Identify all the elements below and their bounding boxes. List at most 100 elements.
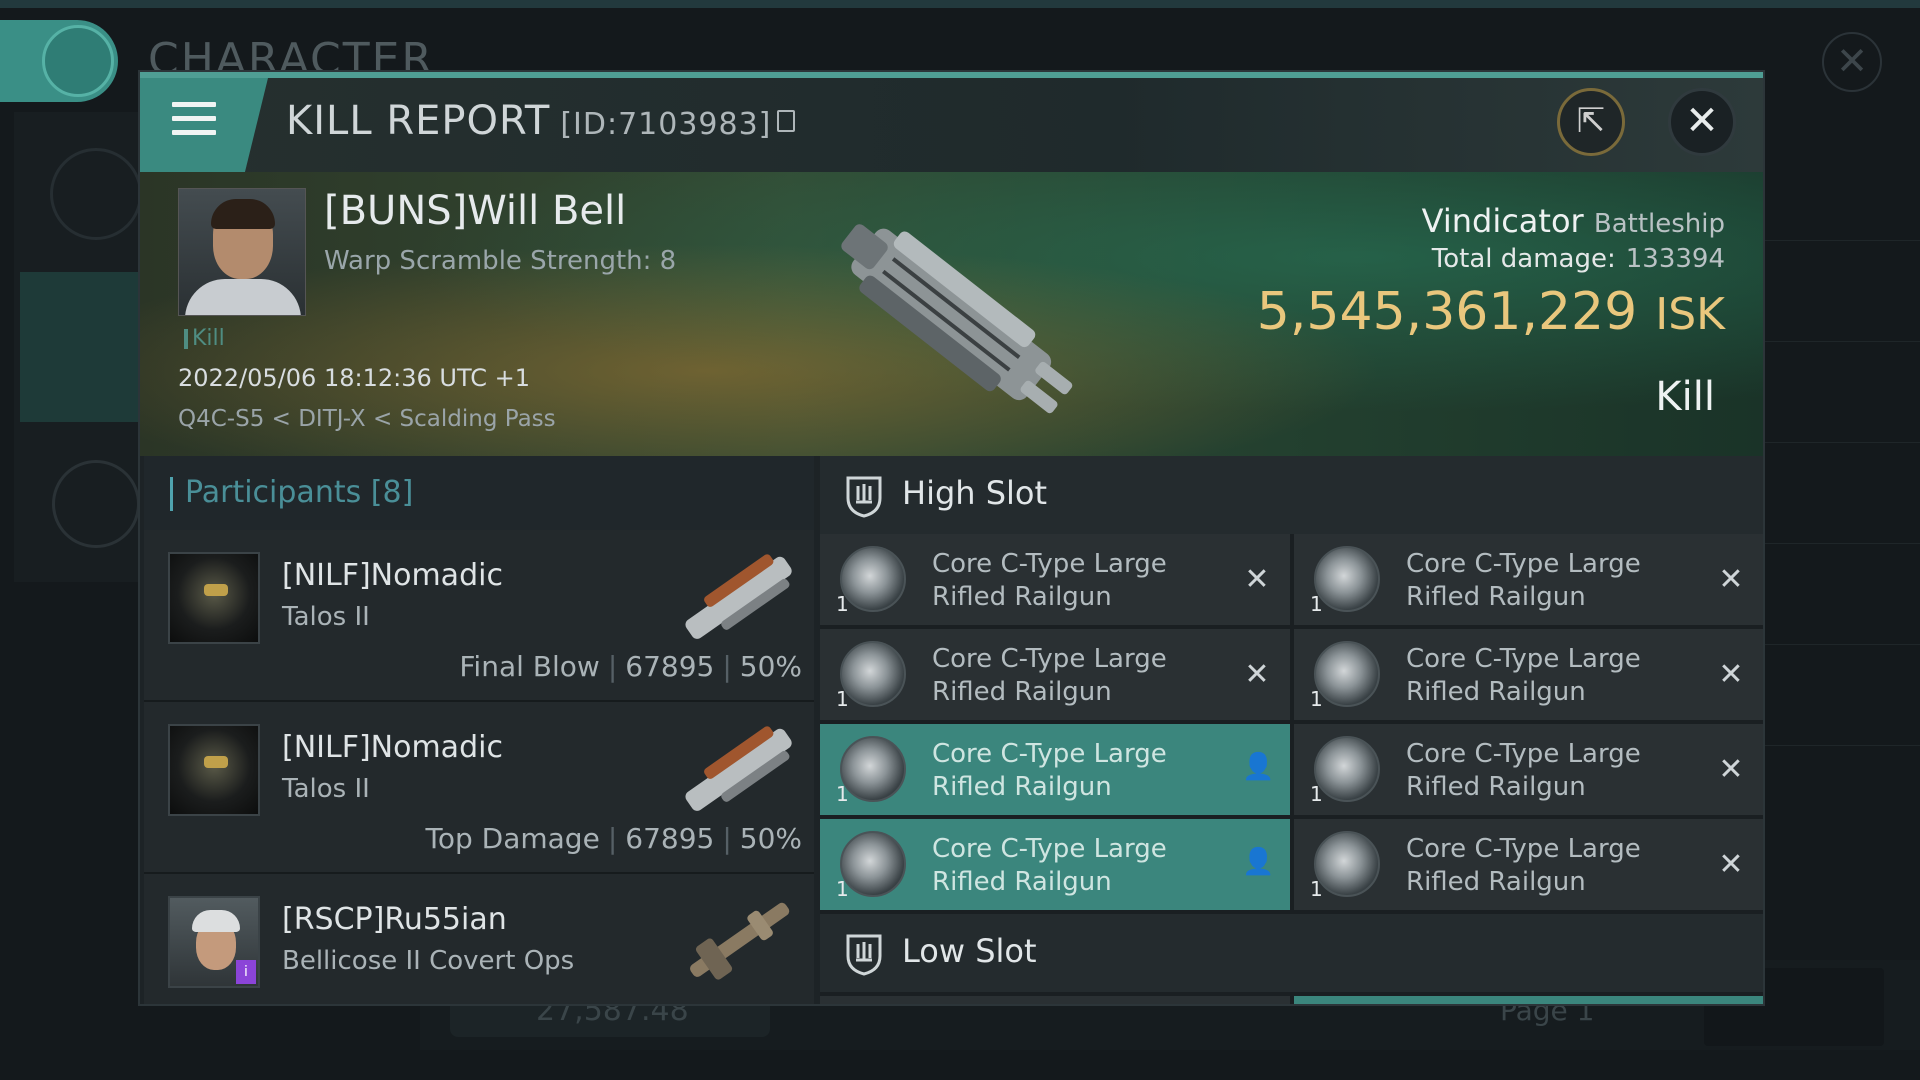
- module-item[interactable]: 1 Core C-Type Large Rifled Railgun ✕: [1294, 724, 1763, 815]
- module-quantity: 1: [1310, 782, 1323, 806]
- kill-date: 2022/05/06 18:12:36 UTC +1: [178, 364, 530, 392]
- module-item[interactable]: 1 Core C-Type Large Rifled Railgun ✕: [820, 534, 1290, 625]
- sidebar-menu-icon[interactable]: [50, 148, 142, 240]
- participant-role: Final Blow: [459, 650, 600, 683]
- close-button[interactable]: ✕: [1668, 88, 1736, 156]
- victim-subtitle: Warp Scramble Strength: 8: [324, 246, 677, 276]
- high-slot-grid: 1 Core C-Type Large Rifled Railgun ✕ 1 Co…: [820, 534, 1763, 910]
- participant-stats: Final Blow | 67895 | 50%: [459, 650, 802, 683]
- participants-panel: Participants [8] [NILF]Nomadic Talos II …: [144, 456, 814, 1004]
- module-name: Core C-Type Large Rifled Railgun: [1406, 739, 1641, 802]
- titlebar: KILL REPORT [ID:7103983] ⇱ ✕: [140, 72, 1763, 172]
- low-slot-title: Low Slot: [902, 932, 1037, 970]
- low-slot-icon: [846, 934, 882, 976]
- close-icon: ✕: [1685, 98, 1719, 144]
- participants-label: Participants: [185, 475, 362, 510]
- module-item[interactable]: 1 Core C-Type Large Rifled Railgun ✕: [1294, 534, 1763, 625]
- participant-ship: Talos II: [282, 602, 370, 632]
- hamburger-icon: [172, 102, 216, 142]
- destroyed-icon: ✕: [1244, 562, 1270, 597]
- module-quantity: 1: [836, 592, 849, 616]
- destroyed-icon: ✕: [1718, 847, 1744, 882]
- module-item[interactable]: [820, 996, 1290, 1004]
- module-quantity: 1: [836, 687, 849, 711]
- background-close-button[interactable]: ✕: [1822, 32, 1882, 92]
- railgun-icon: [840, 831, 906, 897]
- module-name: Core C-Type Large Rifled Railgun: [932, 834, 1167, 897]
- module-item[interactable]: 1 Core C-Type Large Rifled Railgun ✕: [1294, 629, 1763, 720]
- module-quantity: 1: [1310, 687, 1323, 711]
- ship-name: Vindicator: [1421, 202, 1584, 240]
- module-quantity: 1: [836, 782, 849, 806]
- participant-ship-icon[interactable]: [668, 542, 808, 652]
- participant-role: Top Damage: [425, 822, 600, 855]
- participant-avatar[interactable]: [168, 724, 260, 816]
- kill-location[interactable]: Q4C-S5 < DITJ-X < Scalding Pass: [178, 406, 556, 432]
- module-item[interactable]: 1 Core C-Type Large Rifled Railgun ✕: [820, 629, 1290, 720]
- module-quantity: 1: [836, 877, 849, 901]
- participant-percent: 50%: [739, 650, 802, 683]
- module-quantity: 1: [1310, 877, 1323, 901]
- isk-value: 5,545,361,229 ISK: [1257, 282, 1725, 342]
- dropped-person-icon: 👤: [1242, 752, 1275, 782]
- destroyed-icon: ✕: [1244, 657, 1270, 692]
- ship-class: Battleship: [1593, 209, 1725, 239]
- window-title-label: KILL REPORT: [286, 98, 551, 144]
- participant-ship-icon[interactable]: [668, 886, 808, 996]
- module-name: Core C-Type Large Rifled Railgun: [1406, 644, 1641, 707]
- external-link-icon: ⇱: [1576, 101, 1606, 141]
- module-name: Core C-Type Large Rifled Railgun: [932, 644, 1167, 707]
- railgun-icon: [840, 736, 906, 802]
- info-badge-icon: i: [236, 960, 256, 984]
- module-name: Core C-Type Large Rifled Railgun: [932, 549, 1167, 612]
- participant-row[interactable]: i [RSCP]Ru55ian Bellicose II Covert Ops: [144, 874, 814, 1004]
- destroyed-icon: ✕: [1718, 657, 1744, 692]
- participant-damage: 67895: [625, 822, 715, 855]
- railgun-icon: [840, 546, 906, 612]
- destroyed-icon: ✕: [1718, 562, 1744, 597]
- window-menu-button[interactable]: [140, 78, 268, 172]
- victim-ship-image[interactable]: [800, 186, 1100, 446]
- victim-name[interactable]: [BUNS]Will Bell: [324, 188, 626, 234]
- high-slot-title: High Slot: [902, 474, 1048, 512]
- isk-amount: 5,545,361,229: [1256, 282, 1638, 342]
- participant-name: [RSCP]Ru55ian: [282, 902, 507, 937]
- participant-percent: 50%: [739, 822, 802, 855]
- participant-row[interactable]: [NILF]Nomadic Talos II Top Damage | 67895 |…: [144, 702, 814, 874]
- module-item[interactable]: 1 Core C-Type Large Rifled Railgun 👤: [820, 724, 1290, 815]
- kill-tag: Kill: [184, 326, 225, 351]
- railgun-icon: [840, 641, 906, 707]
- share-button[interactable]: ⇱: [1557, 88, 1625, 156]
- railgun-icon: [1314, 546, 1380, 612]
- top-bar: [0, 0, 1920, 8]
- module-name: Core C-Type Large Rifled Railgun: [932, 739, 1167, 802]
- module-item[interactable]: 1 Core C-Type Large Rifled Railgun ✕: [1294, 819, 1763, 910]
- window-title: KILL REPORT [ID:7103983]: [286, 98, 796, 144]
- low-slot-header: Low Slot: [820, 914, 1763, 992]
- participant-row[interactable]: [NILF]Nomadic Talos II Final Blow | 67895 |…: [144, 530, 814, 702]
- destroyed-icon: ✕: [1718, 752, 1744, 787]
- victim-ship[interactable]: Vindicator Battleship: [1422, 202, 1725, 240]
- copy-icon[interactable]: [777, 110, 796, 132]
- module-name: Core C-Type Large Rifled Railgun: [1406, 549, 1641, 612]
- participant-avatar[interactable]: i: [168, 896, 260, 988]
- module-quantity: 1: [1310, 592, 1323, 616]
- participant-damage: 67895: [625, 650, 715, 683]
- participants-header[interactable]: Participants [8]: [144, 456, 814, 530]
- sidebar-star-icon[interactable]: [52, 460, 140, 548]
- module-item[interactable]: 1 Core C-Type Large Rifled Railgun 👤: [820, 819, 1290, 910]
- victim-portrait[interactable]: [178, 188, 306, 316]
- high-slot-header: High Slot: [820, 456, 1763, 534]
- total-damage: Total damage: 133394: [1432, 244, 1725, 274]
- module-item[interactable]: [1294, 996, 1763, 1004]
- victim-banner: [BUNS]Will Bell Warp Scramble Strength: …: [140, 172, 1763, 456]
- railgun-icon: [1314, 641, 1380, 707]
- railgun-icon: [1314, 831, 1380, 897]
- participant-ship: Talos II: [282, 774, 370, 804]
- fitting-panel: High Slot 1 Core C-Type Large Rifled Rail…: [820, 456, 1763, 1004]
- participant-avatar[interactable]: [168, 552, 260, 644]
- participant-ship-icon[interactable]: [668, 714, 808, 824]
- participant-ship: Bellicose II Covert Ops: [282, 946, 575, 976]
- main-menu-button[interactable]: [0, 20, 118, 102]
- sidebar-combat-icon[interactable]: [20, 272, 140, 422]
